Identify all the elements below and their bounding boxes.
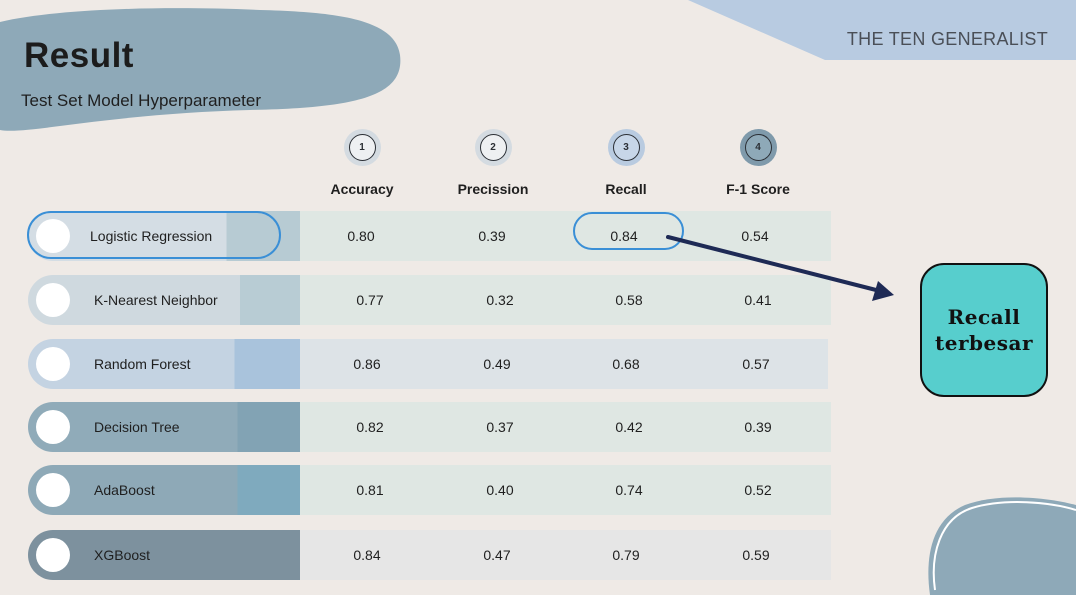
cell-f1: 0.59 — [742, 547, 770, 563]
metric-cells: 0.84 0.47 0.79 0.59 — [300, 530, 831, 580]
model-circle — [36, 410, 70, 444]
model-pill: Decision Tree — [28, 402, 300, 452]
cell-f1: 0.52 — [744, 482, 772, 498]
cell-precision: 0.40 — [486, 482, 514, 498]
model-name: K-Nearest Neighbor — [94, 292, 218, 308]
model-pill: XGBoost — [28, 530, 300, 580]
cell-precision: 0.37 — [486, 419, 514, 435]
cell-recall: 0.58 — [615, 292, 643, 308]
model-pill: K-Nearest Neighbor — [28, 275, 300, 325]
column-number-badge: 1 — [348, 134, 376, 161]
cell-accuracy: 0.82 — [356, 419, 384, 435]
model-name: Decision Tree — [94, 419, 180, 435]
column-header-accuracy: 1 Accuracy — [297, 134, 427, 197]
metric-cells: 0.82 0.37 0.42 0.39 — [300, 402, 831, 452]
column-label: Accuracy — [330, 181, 394, 197]
brand-label: THE TEN GENERALIST — [846, 29, 1048, 49]
column-label: F-1 Score — [726, 181, 790, 197]
column-label: Precission — [457, 181, 529, 197]
column-header-f1: 4 F-1 Score — [693, 134, 823, 197]
table-row: Decision Tree 0.82 0.37 0.42 0.39 — [28, 402, 831, 452]
cell-f1: 0.57 — [742, 356, 770, 372]
cell-accuracy: 0.84 — [353, 547, 381, 563]
table-row: AdaBoost 0.81 0.40 0.74 0.52 — [28, 465, 831, 515]
page-title: Result — [24, 36, 134, 75]
cell-recall: 0.68 — [612, 356, 640, 372]
model-name: Random Forest — [94, 356, 191, 372]
callout-box: Recall terbesar — [920, 263, 1048, 397]
cell-accuracy: 0.86 — [353, 356, 381, 372]
cell-accuracy: 0.81 — [356, 482, 384, 498]
model-name: XGBoost — [94, 547, 151, 563]
column-header-precision: 2 Precission — [428, 134, 558, 197]
model-circle — [36, 538, 70, 572]
cell-accuracy: 0.80 — [347, 228, 375, 244]
model-circle — [36, 473, 70, 507]
model-circle — [36, 347, 70, 381]
table-row: Random Forest 0.86 0.49 0.68 0.57 — [28, 339, 831, 389]
column-number-badge: 3 — [612, 134, 640, 161]
metric-cells: 0.86 0.49 0.68 0.57 — [300, 339, 828, 389]
cell-recall: 0.79 — [612, 547, 640, 563]
cell-f1: 0.39 — [744, 419, 772, 435]
corner-blob — [928, 497, 1076, 595]
column-header-recall: 3 Recall — [561, 134, 691, 197]
arrow-icon — [666, 235, 894, 301]
cell-precision: 0.39 — [478, 228, 506, 244]
cell-recall: 0.42 — [615, 419, 643, 435]
column-label: Recall — [605, 181, 647, 197]
metric-cells: 0.81 0.40 0.74 0.52 — [300, 465, 831, 515]
page-subtitle: Test Set Model Hyperparameter — [21, 91, 261, 110]
column-number-badge: 4 — [744, 134, 772, 161]
cell-accuracy: 0.77 — [356, 292, 384, 308]
callout-line1: Recall — [947, 305, 1021, 329]
table-row: XGBoost 0.84 0.47 0.79 0.59 — [28, 530, 831, 580]
model-pill: AdaBoost — [28, 465, 300, 515]
cell-precision: 0.32 — [486, 292, 514, 308]
cell-precision: 0.47 — [483, 547, 511, 563]
model-circle — [36, 283, 70, 317]
best-model-highlight — [27, 211, 281, 259]
cell-recall: 0.74 — [615, 482, 643, 498]
cell-precision: 0.49 — [483, 356, 511, 372]
column-number-badge: 2 — [479, 134, 507, 161]
callout-text: Recall terbesar — [935, 304, 1033, 356]
callout-line2: terbesar — [935, 331, 1033, 355]
model-pill: Random Forest — [28, 339, 300, 389]
model-name: AdaBoost — [94, 482, 155, 498]
